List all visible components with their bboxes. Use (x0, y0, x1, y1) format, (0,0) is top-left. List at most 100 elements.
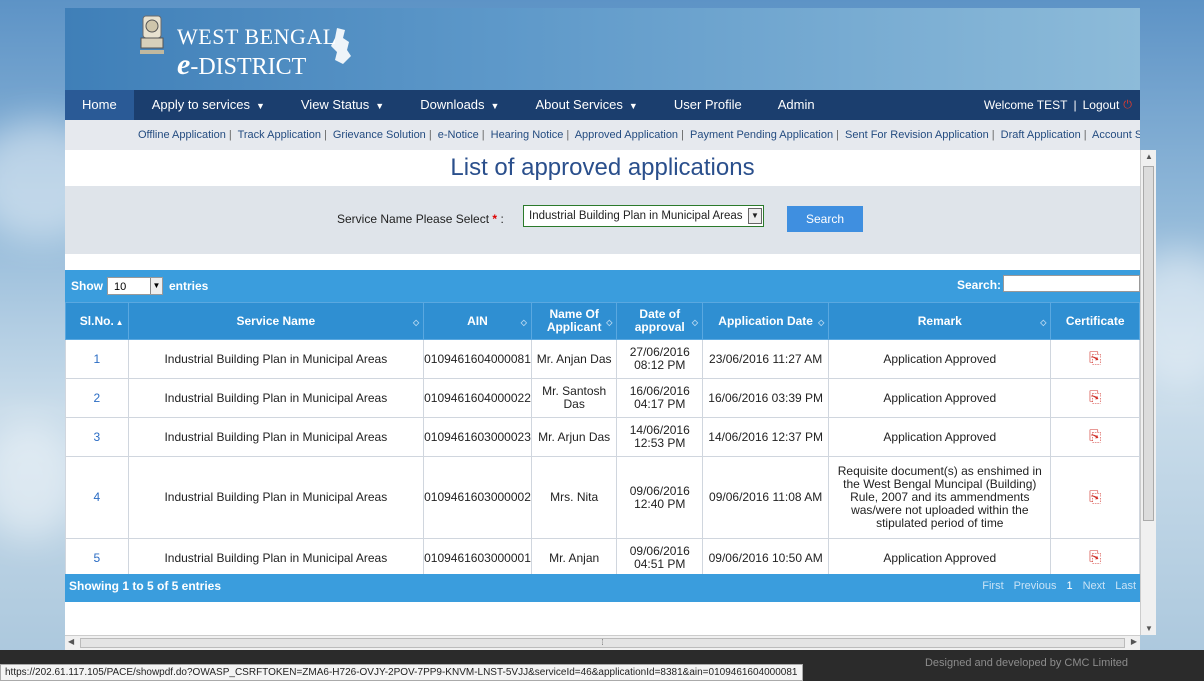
cell-service: Industrial Building Plan in Municipal Ar… (127, 417, 425, 457)
horizontal-scrollbar[interactable]: ◀ ⁞ ▶ (65, 635, 1140, 650)
nav-view-status[interactable]: View Status ▼ (283, 90, 402, 120)
page-title: List of approved applications (450, 154, 755, 181)
col-application-date[interactable]: Application Date ◇ (702, 302, 830, 340)
logout-link[interactable]: Logout (1083, 98, 1120, 112)
cell-service: Industrial Building Plan in Municipal Ar… (127, 339, 425, 379)
table-row: 3 Industrial Building Plan in Municipal … (65, 417, 1140, 457)
pager-page-1[interactable]: 1 (1062, 578, 1076, 594)
power-icon[interactable]: ⏻ (1123, 99, 1132, 112)
cell-approval-date: 09/06/2016 12:40 PM (616, 456, 704, 539)
caret-down-icon: ▼ (628, 101, 638, 111)
approved-applications-table: Sl.No. ▲ Service Name ◇ AIN ◇ Name Of Appli… (65, 302, 1140, 578)
pdf-icon[interactable]: ⎘ (1089, 429, 1101, 444)
col-applicant[interactable]: Name Of Applicant ◇ (530, 302, 618, 340)
nav-apply-to-services[interactable]: Apply to services ▼ (134, 90, 283, 120)
cell-remark: Application Approved (828, 339, 1052, 379)
col-service-name[interactable]: Service Name ◇ (127, 302, 425, 340)
nav-user-profile[interactable]: User Profile (656, 90, 760, 120)
service-select-value: Industrial Building Plan in Municipal Ar… (529, 210, 743, 222)
col-remark[interactable]: Remark ◇ (828, 302, 1052, 340)
nav-downloads[interactable]: Downloads ▼ (402, 90, 517, 120)
cell-remark: Application Approved (828, 378, 1052, 418)
subnav-sent-for-revision-application[interactable]: Sent For Revision Application (845, 129, 989, 141)
table-search-input[interactable] (1003, 275, 1140, 292)
cell-ain: 0109461603000023 (423, 417, 532, 457)
entries-info: Showing 1 to 5 of 5 entries (69, 579, 222, 593)
col-date-of-approval[interactable]: Date of approval ◇ (616, 302, 704, 340)
service-select-label: Service Name Please Select * : (337, 212, 504, 226)
subnav-track-application[interactable]: Track Application (238, 129, 321, 141)
table-row: 4 Industrial Building Plan in Municipal … (65, 456, 1140, 539)
cell-ain: 0109461604000022 (423, 378, 532, 418)
sort-icon: ◇ (691, 318, 699, 327)
scroll-up-icon[interactable]: ▲ (1141, 152, 1157, 161)
scroll-left-icon[interactable]: ◀ (68, 637, 74, 646)
subnav-account-statement[interactable]: Account Statement (1092, 129, 1140, 141)
col-ain[interactable]: AIN ◇ (423, 302, 532, 340)
nav-about-services[interactable]: About Services ▼ (517, 90, 655, 120)
site-header: WEST BENGAL e-DISTRICT (65, 8, 1140, 90)
chevron-down-icon[interactable]: ▼ (150, 278, 162, 294)
subnav-grievance-solution[interactable]: Grievance Solution (333, 129, 426, 141)
table-row: 2 Industrial Building Plan in Municipal … (65, 378, 1140, 418)
scrollbar-thumb[interactable] (1143, 166, 1154, 521)
scroll-right-icon[interactable]: ▶ (1131, 637, 1137, 646)
cell-remark: Application Approved (828, 417, 1052, 457)
cell-remark: Application Approved (828, 538, 1052, 578)
logo-line-2: e-DISTRICT (177, 48, 307, 81)
sub-nav: Offline Application | Track Application | … (65, 120, 1140, 150)
logo-line-1: WEST BENGAL (177, 24, 337, 49)
subnav-hearing-notice[interactable]: Hearing Notice (491, 129, 564, 141)
filter-panel: Service Name Please Select * : Industria… (65, 186, 1140, 254)
footer-credit: Designed and developed by CMC Limited (924, 657, 1128, 669)
pdf-icon[interactable]: ⎘ (1089, 550, 1101, 565)
col-sl-no[interactable]: Sl.No. ▲ (65, 302, 129, 340)
subnav-e-notice[interactable]: e-Notice (438, 129, 479, 141)
state-emblem-icon (140, 15, 164, 54)
nav-home[interactable]: Home (65, 90, 134, 120)
table-footer: Showing 1 to 5 of 5 entries First Previo… (65, 574, 1140, 602)
chevron-down-icon[interactable]: ▼ (748, 208, 762, 224)
sort-icon: ◇ (606, 318, 613, 327)
sort-icon: ◇ (818, 318, 825, 327)
subnav-offline-application[interactable]: Offline Application (138, 129, 226, 141)
show-label: Show (71, 279, 103, 293)
pager-first[interactable]: First (978, 578, 1007, 594)
search-button[interactable]: Search (787, 206, 863, 232)
entries-label: entries (169, 279, 209, 293)
pagination: First Previous 1 Next Last (978, 578, 1140, 594)
cell-approval-date: 14/06/2016 12:53 PM (616, 417, 704, 457)
cell-remark: Requisite document(s) as enshimed in the… (828, 456, 1052, 539)
pager-next[interactable]: Next (1079, 578, 1110, 594)
cell-approval-date: 27/06/2016 08:12 PM (616, 339, 704, 379)
cell-ain: 0109461603000002 (423, 456, 532, 539)
cell-application-date: 16/06/2016 03:39 PM (702, 378, 830, 418)
pdf-icon[interactable]: ⎘ (1089, 351, 1101, 366)
cell-sl: 1 (65, 339, 129, 379)
subnav-payment-pending-application[interactable]: Payment Pending Application (690, 129, 833, 141)
nav-admin[interactable]: Admin (760, 90, 833, 120)
subnav-draft-application[interactable]: Draft Application (1001, 129, 1081, 141)
pager-last[interactable]: Last (1111, 578, 1140, 594)
cell-applicant: Mr. Arjun Das (530, 417, 618, 457)
scroll-down-icon[interactable]: ▼ (1141, 624, 1157, 633)
entries-length-select[interactable]: 10 ▼ (107, 277, 163, 295)
subnav-approved-application[interactable]: Approved Application (575, 129, 678, 141)
pdf-icon[interactable]: ⎘ (1089, 390, 1101, 405)
cell-certificate: ⎘ (1050, 339, 1140, 379)
cell-sl: 3 (65, 417, 129, 457)
caret-down-icon: ▼ (375, 101, 385, 111)
pager-previous[interactable]: Previous (1010, 578, 1061, 594)
cell-applicant: Mr. Anjan Das (530, 339, 618, 379)
cell-applicant: Mrs. Nita (530, 456, 618, 539)
vertical-scrollbar[interactable]: ▲ ▼ (1140, 150, 1156, 635)
cell-applicant: Mr. Santosh Das (530, 378, 618, 418)
table-controls: Show 10 ▼ entries Search: (65, 270, 1140, 302)
cell-service: Industrial Building Plan in Municipal Ar… (127, 378, 425, 418)
pdf-icon[interactable]: ⎘ (1089, 490, 1101, 505)
scrollbar-thumb[interactable]: ⁞ (80, 638, 1125, 648)
cell-sl: 4 (65, 456, 129, 539)
cell-sl: 5 (65, 538, 129, 578)
service-select[interactable]: Industrial Building Plan in Municipal Ar… (523, 205, 764, 227)
welcome-text: Welcome TEST (983, 98, 1068, 112)
